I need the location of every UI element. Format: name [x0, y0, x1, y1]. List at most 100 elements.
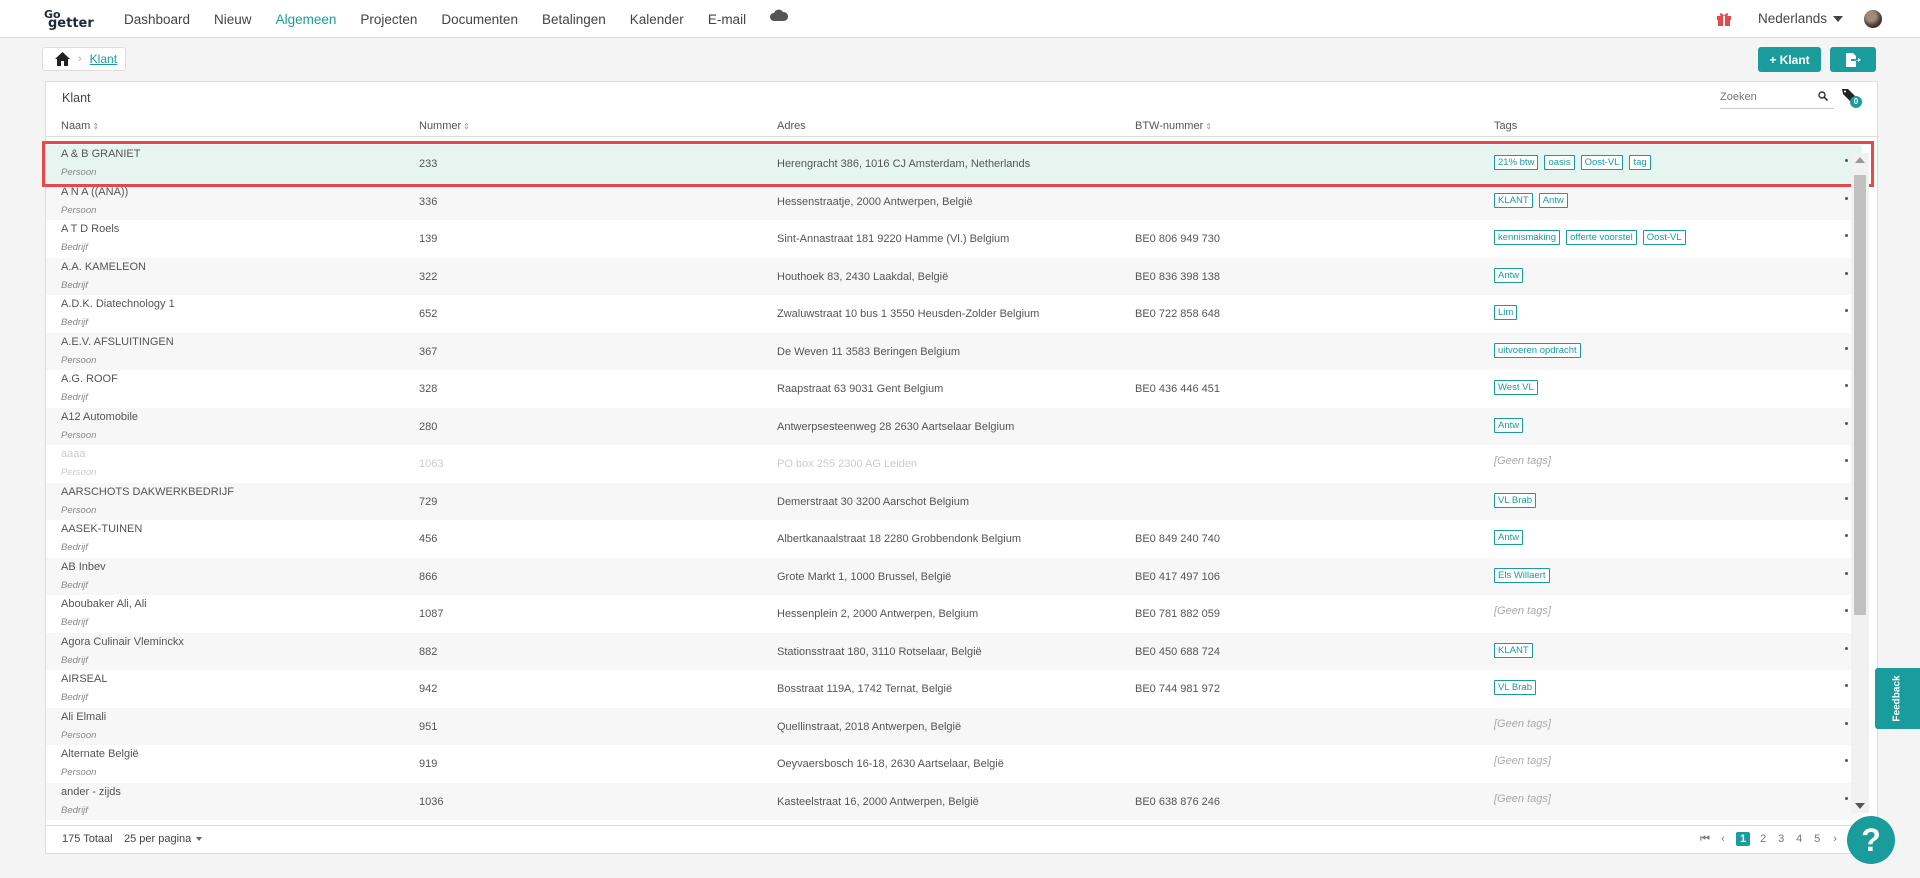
row-menu-icon[interactable] [1845, 459, 1848, 462]
tag-badge[interactable]: VL Brab [1494, 492, 1536, 508]
home-icon[interactable] [55, 52, 70, 66]
tag-badge[interactable]: oasis [1544, 155, 1575, 170]
scroll-thumb[interactable] [1854, 175, 1866, 615]
header-nummer[interactable]: Nummer ⇕ [419, 120, 470, 132]
table-row[interactable]: AASEK-TUINEN Bedrijf 456 Albertkanaalstraat… [46, 520, 1862, 558]
row-menu-icon[interactable] [1845, 271, 1848, 275]
table-row[interactable]: Alternate België Persoon 919 Oeyvaersbosch … [46, 745, 1862, 783]
table-row[interactable]: Agora Culinair Vleminckx Bedrijf 882 Statio… [46, 632, 1862, 670]
page-2[interactable]: 2 [1758, 833, 1768, 845]
scroll-up-icon[interactable] [1855, 157, 1865, 163]
nav-betalingen[interactable]: Betalingen [542, 12, 606, 27]
feedback-tab[interactable]: Feedback [1875, 668, 1920, 729]
row-menu-icon[interactable] [1845, 309, 1848, 312]
nav-kalender[interactable]: Kalender [630, 12, 684, 27]
nav-e-mail[interactable]: E-mail [708, 12, 746, 27]
client-name: A T D Roels [61, 223, 120, 235]
page-3[interactable]: 3 [1776, 833, 1786, 845]
row-menu-icon[interactable] [1845, 646, 1848, 650]
client-tags: Els Willaert [1494, 567, 1556, 583]
row-menu-icon[interactable] [1845, 534, 1848, 537]
first-page-icon[interactable]: ⏮ [1700, 833, 1710, 846]
export-button[interactable] [1830, 47, 1876, 72]
breadcrumb-klant-link[interactable]: Klant [90, 52, 117, 66]
row-menu-icon[interactable] [1845, 571, 1848, 575]
tag-badge[interactable]: Antw [1538, 192, 1568, 208]
row-menu-icon[interactable] [1845, 759, 1848, 762]
tag-badge[interactable]: Oost-VL [1580, 155, 1624, 170]
row-menu-icon[interactable] [1845, 196, 1848, 200]
tag-badge[interactable]: 21% btw [1494, 155, 1539, 170]
row-menu-icon[interactable] [1845, 684, 1848, 687]
page-1[interactable]: 1 [1736, 832, 1751, 846]
table-row[interactable]: A.G. ROOF Bedrijf 328 Raapstraat 63 9031 Ge… [46, 370, 1862, 408]
avatar[interactable] [1864, 10, 1882, 28]
row-menu-icon[interactable] [1845, 421, 1848, 425]
table-row[interactable]: A.D.K. Diatechnology 1 Bedrijf 652 Zwaluwst… [46, 295, 1862, 333]
row-menu-icon[interactable] [1845, 346, 1848, 350]
table-row[interactable]: ander - zijds Bedrijf 1036 Kasteelstraat 16… [46, 782, 1862, 820]
table-row[interactable]: AB Inbev Bedrijf 866 Grote Markt 1, 1000 Br… [46, 557, 1862, 595]
header-nummer-label: Nummer [419, 120, 462, 132]
tag-badge[interactable]: Antw [1494, 417, 1524, 433]
tag-badge[interactable]: Oost-VL [1642, 230, 1686, 245]
page-4[interactable]: 4 [1794, 833, 1804, 845]
tag-badge[interactable]: tag [1629, 155, 1651, 170]
client-address: Antwerpsesteenweg 28 2630 Aartselaar Bel… [777, 420, 1015, 433]
table-row[interactable]: AARSCHOTS DAKWERKBEDRIJF Persoon 729 Demers… [46, 482, 1862, 520]
table-row[interactable]: aaaa Persoon 1063 PO box 255 2300 AG Leiden… [46, 445, 1862, 483]
tag-badge[interactable]: Antw [1494, 267, 1524, 283]
nav-dashboard[interactable]: Dashboard [124, 12, 190, 27]
next-page-icon[interactable]: › [1830, 833, 1840, 845]
search-input[interactable] [1720, 86, 1810, 103]
tag-badge[interactable]: offerte voorstel [1566, 230, 1637, 245]
tag-badge[interactable]: Lim [1494, 305, 1518, 320]
tag-badge[interactable]: VL Brab [1494, 680, 1536, 695]
row-menu-icon[interactable] [1845, 721, 1848, 725]
table-row[interactable]: Aboubaker Ali, Ali Bedrijf 1087 Hessenplein… [46, 595, 1862, 633]
nav-nieuw[interactable]: Nieuw [214, 12, 252, 27]
scroll-down-icon[interactable] [1855, 803, 1865, 809]
nav-algemeen[interactable]: Algemeen [276, 12, 337, 27]
table-row[interactable]: AIRSEAL Bedrijf 942 Bosstraat 119A, 1742 Te… [46, 670, 1862, 708]
table-row[interactable]: A.A. KAMELEON Bedrijf 322 Houthoek 83, 2430… [46, 257, 1862, 295]
gift-icon[interactable] [1716, 11, 1732, 27]
row-menu-icon[interactable] [1845, 796, 1848, 800]
tag-filter-button[interactable]: 0 [1842, 88, 1862, 108]
table-row[interactable]: A N A ((ANA)) Persoon 336 Hessenstraatje, 2… [46, 182, 1862, 220]
per-page-select[interactable]: 25 per pagina [124, 833, 203, 845]
client-name: AASEK-TUINEN [61, 523, 143, 535]
prev-page-icon[interactable]: ‹ [1718, 833, 1728, 845]
table-row[interactable]: A12 Automobile Persoon 280 Antwerpsesteenwe… [46, 407, 1862, 445]
row-menu-icon[interactable] [1845, 159, 1848, 162]
table-row[interactable]: A.E.V. AFSLUITINGEN Persoon 367 De Weven 11… [46, 332, 1862, 370]
tag-badge[interactable]: KLANT [1494, 192, 1533, 208]
cloud-icon[interactable] [770, 9, 789, 21]
tag-badge[interactable]: Antw [1494, 530, 1524, 545]
help-button[interactable]: ? [1847, 816, 1895, 864]
client-tags: [Geen tags] [1494, 755, 1551, 767]
scrollbar[interactable] [1851, 153, 1869, 813]
header-naam[interactable]: Naam ⇕ [61, 120, 99, 132]
tag-badge[interactable]: uitvoeren opdracht [1494, 342, 1581, 358]
row-menu-icon[interactable] [1845, 609, 1848, 612]
tag-badge[interactable]: West VL [1494, 380, 1538, 395]
nav-projecten[interactable]: Projecten [360, 12, 417, 27]
nav-documenten[interactable]: Documenten [441, 12, 518, 27]
page-5[interactable]: 5 [1812, 833, 1822, 845]
table-row[interactable]: A & B GRANIET Persoon 233 Herengracht 386, … [46, 145, 1862, 183]
table-row[interactable]: Ali Elmali Persoon 951 Quellinstraat, 2018 … [46, 707, 1862, 745]
tag-badge[interactable]: KLANT [1494, 642, 1533, 658]
header-btw[interactable]: BTW-nummer ⇕ [1135, 120, 1212, 132]
client-address: Quellinstraat, 2018 Antwerpen, België [777, 720, 962, 733]
gogetter-logo[interactable]: Go getter [44, 7, 100, 31]
search-icon[interactable] [1818, 91, 1828, 101]
row-menu-icon[interactable] [1845, 234, 1848, 237]
language-selector[interactable]: Nederlands [1758, 11, 1844, 26]
tag-badge[interactable]: Els Willaert [1494, 567, 1550, 583]
tag-badge[interactable]: kennismaking [1494, 230, 1561, 245]
table-row[interactable]: A T D Roels Bedrijf 139 Sint-Annastraat 181… [46, 220, 1862, 258]
add-klant-button[interactable]: + Klant [1758, 47, 1821, 72]
row-menu-icon[interactable] [1845, 384, 1848, 387]
row-menu-icon[interactable] [1845, 496, 1848, 500]
